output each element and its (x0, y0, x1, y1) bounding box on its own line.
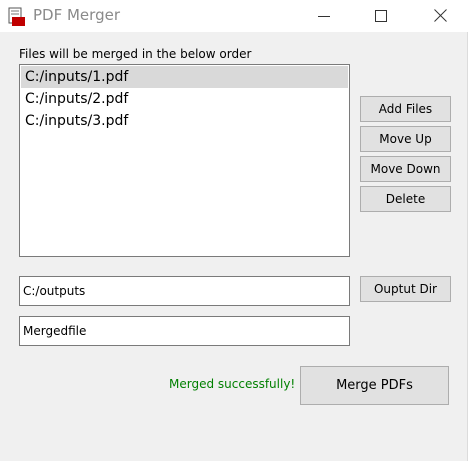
close-button[interactable] (417, 0, 463, 32)
add-files-button[interactable]: Add Files (360, 96, 451, 122)
output-filename-field[interactable]: Mergedfile (19, 316, 350, 346)
move-up-button[interactable]: Move Up (360, 126, 451, 152)
status-message: Merged successfully! (169, 377, 296, 391)
pdf-merger-window: PDF Merger Files will be merged in the b… (0, 0, 468, 461)
list-item[interactable]: C:/inputs/3.pdf (21, 110, 348, 132)
list-item[interactable]: C:/inputs/1.pdf (21, 66, 348, 88)
output-dir-button[interactable]: Ouptut Dir (360, 276, 451, 302)
delete-button[interactable]: Delete (360, 186, 451, 212)
maximize-button[interactable] (358, 0, 404, 32)
list-item[interactable]: C:/inputs/2.pdf (21, 88, 348, 110)
close-icon (433, 7, 447, 26)
maximize-icon (375, 7, 387, 26)
minimize-icon (318, 7, 330, 26)
output-directory-field[interactable]: C:/outputs (19, 276, 350, 306)
merge-order-label: Files will be merged in the below order (19, 47, 252, 61)
title-bar[interactable]: PDF Merger (0, 0, 468, 32)
pdf-document-icon (8, 7, 26, 27)
merge-pdfs-button[interactable]: Merge PDFs (300, 366, 449, 405)
file-listbox[interactable]: C:/inputs/1.pdf C:/inputs/2.pdf C:/input… (19, 64, 350, 257)
move-down-button[interactable]: Move Down (360, 156, 451, 182)
window-title: PDF Merger (33, 6, 120, 24)
minimize-button[interactable] (301, 0, 347, 32)
